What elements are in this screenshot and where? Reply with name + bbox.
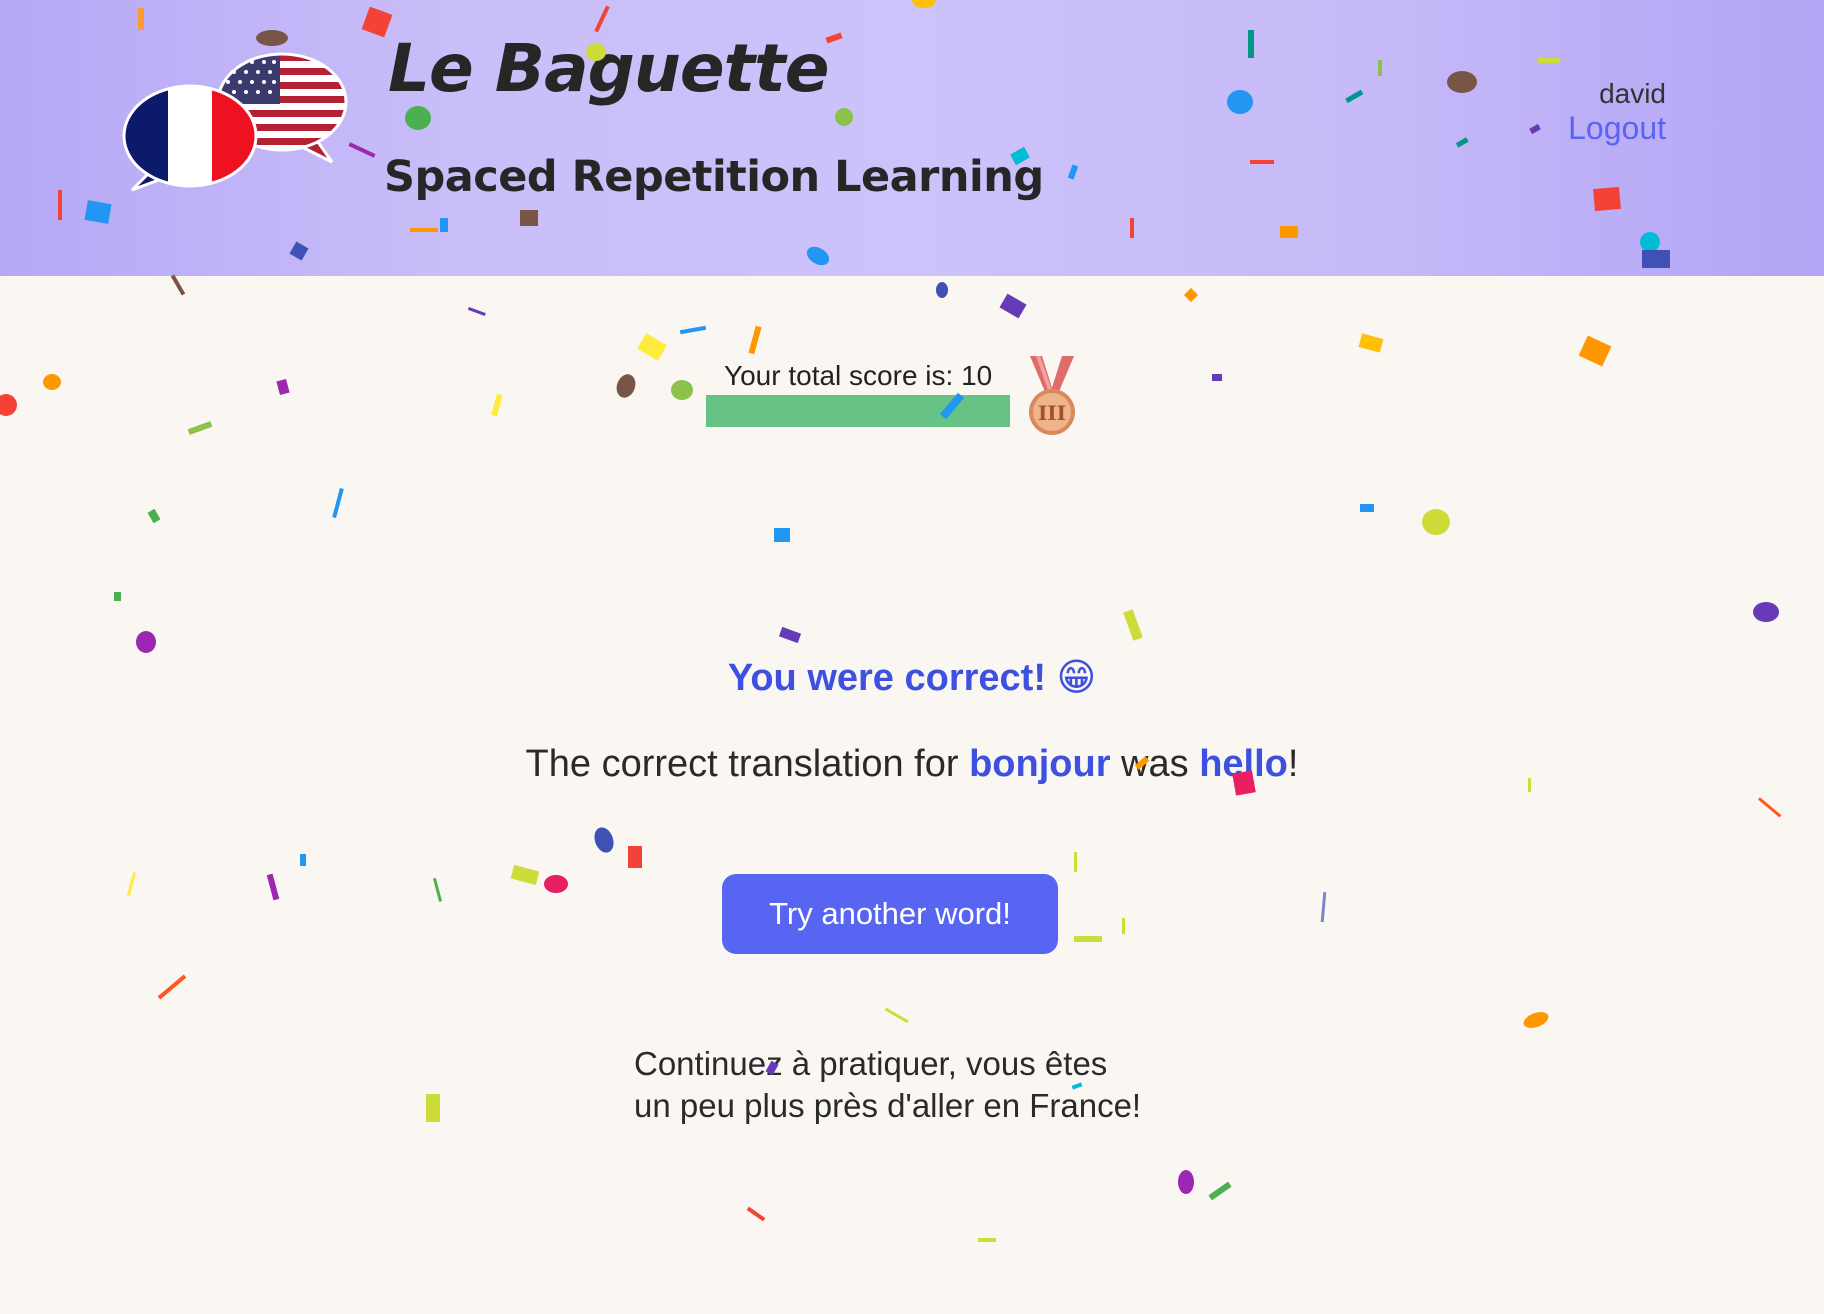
confetti-piece	[1123, 609, 1143, 641]
confetti-piece	[432, 877, 443, 902]
result-heading: You were correct! 😁	[0, 655, 1824, 700]
confetti-piece	[1074, 852, 1077, 872]
confetti-piece	[746, 1206, 766, 1222]
try-another-word-button[interactable]: Try another word!	[722, 874, 1058, 954]
confetti-piece	[332, 487, 344, 519]
confetti-piece	[1183, 287, 1199, 303]
confetti-piece	[187, 421, 213, 435]
confetti-piece	[1208, 1181, 1232, 1201]
score-label: Your total score is: 10	[724, 360, 993, 391]
confetti-piece	[978, 1238, 996, 1242]
translation-prefix: The correct translation for	[525, 743, 959, 785]
confetti-piece	[114, 592, 121, 601]
confetti-piece	[778, 626, 802, 644]
logout-link[interactable]: Logout	[1568, 110, 1666, 147]
confetti-piece	[544, 875, 568, 893]
confetti-piece	[147, 508, 161, 524]
translation-suffix: !	[1287, 743, 1299, 785]
username-label: david	[1599, 78, 1666, 109]
translation-middle: was	[1121, 743, 1189, 785]
confetti-piece	[126, 872, 137, 897]
confetti-piece	[748, 325, 762, 355]
confetti-piece	[628, 846, 642, 868]
confetti-piece	[671, 380, 693, 400]
confetti-piece	[1122, 918, 1125, 934]
confetti-piece	[884, 1007, 909, 1024]
bronze-medal-icon: III	[1029, 356, 1075, 435]
confetti-piece	[136, 631, 156, 653]
confetti-piece	[467, 306, 486, 316]
result-title-text: You were correct!	[727, 657, 1046, 699]
confetti-piece	[1578, 335, 1612, 367]
confetti-piece	[1360, 504, 1374, 512]
flags-logo-icon	[122, 52, 348, 192]
confetti-piece	[491, 393, 503, 417]
confetti-piece	[426, 1094, 440, 1122]
confetti-piece	[1074, 936, 1102, 942]
confetti-piece	[1422, 509, 1450, 535]
confetti-piece	[276, 378, 290, 396]
confetti-piece	[1320, 891, 1327, 923]
svg-text:III: III	[1038, 401, 1066, 425]
confetti-piece	[43, 374, 61, 390]
user-block: david Logout	[1568, 78, 1666, 147]
confetti-piece	[1178, 1170, 1194, 1194]
score-progress-bar	[706, 395, 1010, 427]
confetti-piece	[1358, 333, 1384, 353]
encouragement-text: Continuez à pratiquer, vous êtes un peu …	[634, 1043, 1194, 1127]
score-progress-fill	[706, 395, 1010, 427]
app-header: Le Baguette Spaced Repetition Learning d…	[0, 0, 1824, 276]
translated-word: hello	[1199, 743, 1288, 785]
confetti-piece	[774, 528, 790, 542]
confetti-piece	[170, 274, 186, 296]
score-panel: Your total score is: 10 III	[706, 356, 1076, 450]
original-word: bonjour	[969, 743, 1111, 785]
confetti-piece	[1757, 797, 1782, 818]
app-subtitle: Spaced Repetition Learning	[384, 152, 1044, 202]
confetti-piece	[1212, 374, 1222, 381]
confetti-piece	[679, 325, 707, 335]
confetti-piece	[594, 827, 614, 853]
encouragement-line-2: un peu plus près d'aller en France!	[634, 1087, 1142, 1124]
confetti-piece	[0, 394, 17, 416]
app-title: Le Baguette	[388, 30, 829, 107]
confetti-piece	[266, 873, 280, 901]
confetti-piece	[1523, 1012, 1549, 1028]
confetti-piece	[616, 374, 636, 398]
confetti-piece	[999, 293, 1027, 319]
translation-sentence: The correct translation for bonjour was …	[0, 743, 1824, 786]
confetti-piece	[300, 854, 306, 866]
confetti-piece	[157, 974, 187, 1000]
confetti-piece	[510, 864, 540, 886]
grinning-face-icon: 😁	[1056, 657, 1097, 699]
encouragement-line-1: Continuez à pratiquer, vous êtes	[634, 1045, 1108, 1082]
confetti-piece	[936, 282, 948, 298]
confetti-piece	[637, 333, 667, 361]
confetti-piece	[1753, 602, 1779, 622]
